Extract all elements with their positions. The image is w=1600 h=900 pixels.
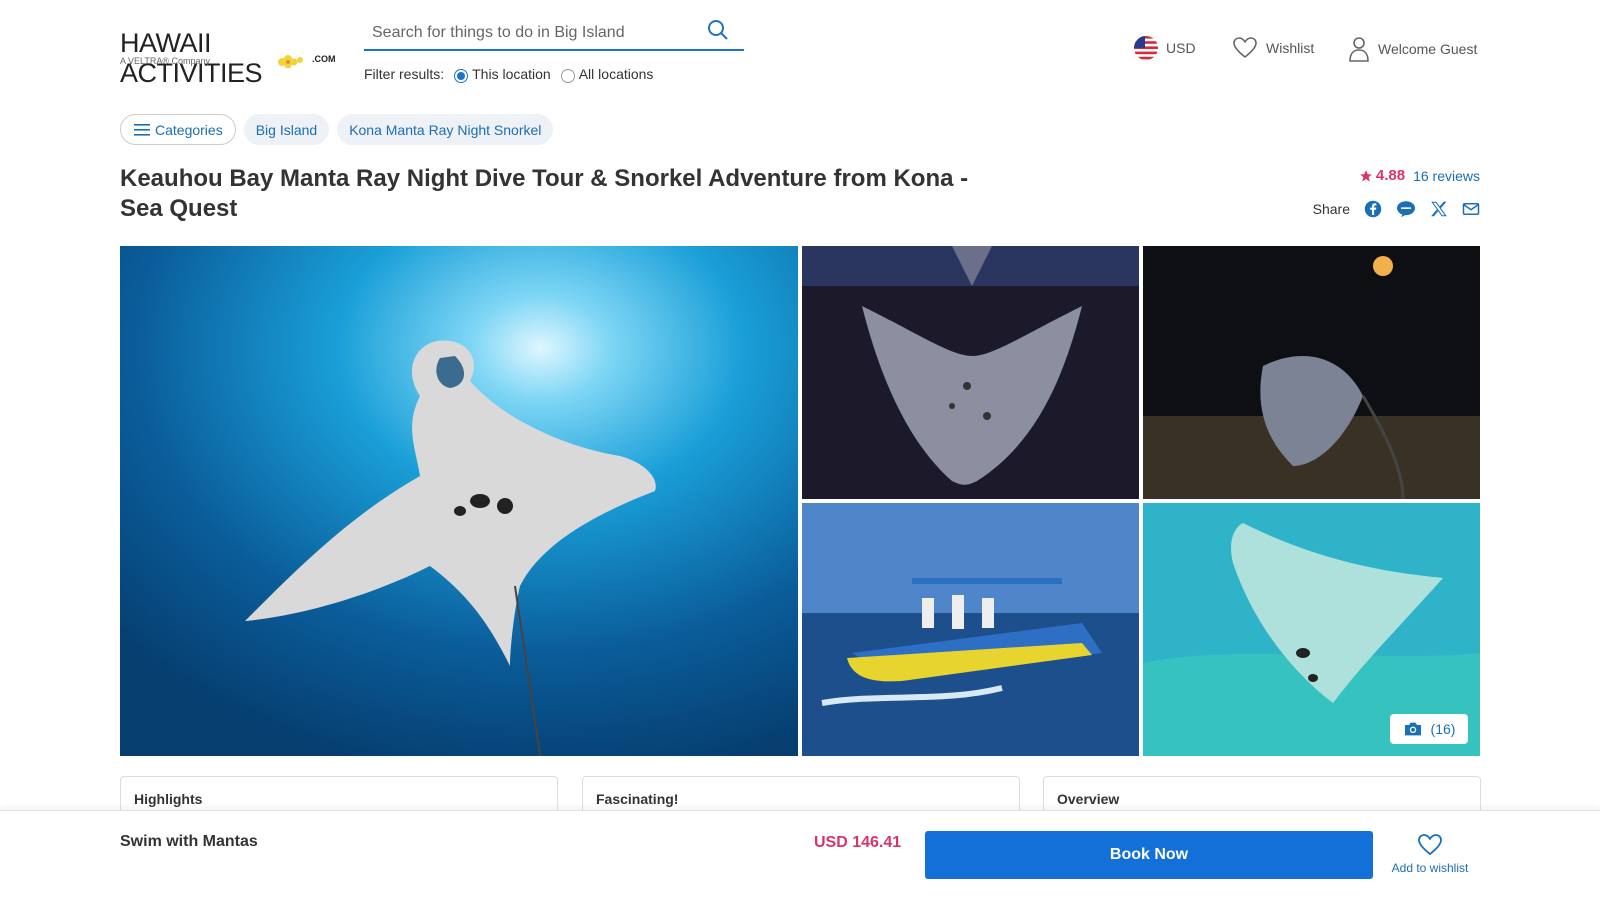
reviews-link[interactable]: 16 reviews	[1413, 168, 1480, 184]
plumeria-flower-icon	[278, 55, 303, 69]
share-label: Share	[1312, 201, 1350, 217]
logo-subtitle: A VELTRA® Company	[120, 56, 210, 66]
radio-this-location[interactable]	[454, 69, 469, 83]
us-flag-icon	[1134, 36, 1158, 60]
categories-button[interactable]: Categories	[120, 114, 236, 145]
photo-count-button[interactable]: (16)	[1390, 714, 1468, 744]
categories-label: Categories	[155, 121, 223, 138]
account-menu[interactable]: Welcome Guest	[1348, 36, 1477, 62]
mail-icon[interactable]	[1462, 201, 1480, 217]
search-box	[364, 16, 744, 51]
currency-selector[interactable]: USD	[1134, 36, 1196, 60]
x-icon[interactable]	[1430, 200, 1448, 218]
breadcrumb-item-big-island[interactable]: Big Island	[243, 114, 330, 145]
photo-count: (16)	[1430, 721, 1456, 737]
currency-label: USD	[1166, 40, 1196, 56]
share-bar: Share	[1313, 200, 1480, 218]
filter-option-label: All locations	[578, 66, 654, 82]
gallery-image-5[interactable]: (16)	[1143, 503, 1480, 756]
star-icon	[1360, 169, 1372, 182]
search-input[interactable]	[372, 20, 692, 46]
card-title: Fascinating!	[596, 791, 679, 807]
filter-this-location[interactable]: This location	[454, 66, 551, 83]
booking-bar-title: Swim with Mantas	[120, 833, 258, 850]
hamburger-icon	[134, 123, 150, 136]
gallery-image-4[interactable]	[802, 503, 1139, 756]
add-to-wishlist-button[interactable]: Add to wishlist	[1385, 833, 1475, 875]
card-title: Highlights	[134, 791, 203, 807]
booking-bar: Swim with Mantas USD 146.41 Book Now Add…	[0, 810, 1600, 900]
user-icon	[1349, 37, 1369, 62]
gallery-image-2[interactable]	[802, 246, 1139, 499]
breadcrumb: Categories Big Island Kona Manta Ray Nig…	[120, 114, 554, 145]
photo-gallery: (16)	[120, 246, 1480, 756]
book-now-button[interactable]: Book Now	[925, 831, 1373, 879]
filter-results: Filter results: This location All locati…	[364, 66, 654, 83]
card-title: Overview	[1057, 791, 1120, 807]
filter-all-locations[interactable]: All locations	[560, 66, 654, 83]
wishlist-link[interactable]: Wishlist	[1232, 36, 1314, 60]
heart-icon	[1418, 834, 1442, 856]
site-header: HAWAII ACTIVITIES A VELTRA® Company .COM…	[0, 0, 1600, 100]
gallery-image-3[interactable]	[1143, 246, 1480, 499]
search-icon[interactable]	[706, 18, 730, 42]
camera-icon	[1404, 722, 1421, 736]
heart-icon	[1233, 37, 1257, 59]
gallery-main-image[interactable]	[120, 246, 798, 756]
wishlist-label: Wishlist	[1266, 40, 1315, 56]
site-logo[interactable]: HAWAII ACTIVITIES A VELTRA® Company .COM	[120, 28, 340, 88]
rating-value: 4.88	[1375, 167, 1406, 184]
radio-all-locations[interactable]	[560, 69, 575, 83]
price: USD 146.41	[814, 834, 902, 851]
line-icon[interactable]	[1396, 200, 1416, 218]
add-to-wishlist-label: Add to wishlist	[1391, 861, 1469, 875]
filter-option-label: This location	[472, 66, 551, 82]
filter-label: Filter results:	[364, 66, 445, 82]
breadcrumb-item-manta-snorkel[interactable]: Kona Manta Ray Night Snorkel	[337, 114, 554, 145]
logo-com: .COM	[312, 54, 336, 64]
welcome-label: Welcome Guest	[1378, 41, 1478, 57]
rating-summary: 4.88 16 reviews	[1359, 167, 1480, 184]
page-title: Keauhou Bay Manta Ray Night Dive Tour & …	[120, 165, 969, 222]
facebook-icon[interactable]	[1364, 200, 1382, 218]
